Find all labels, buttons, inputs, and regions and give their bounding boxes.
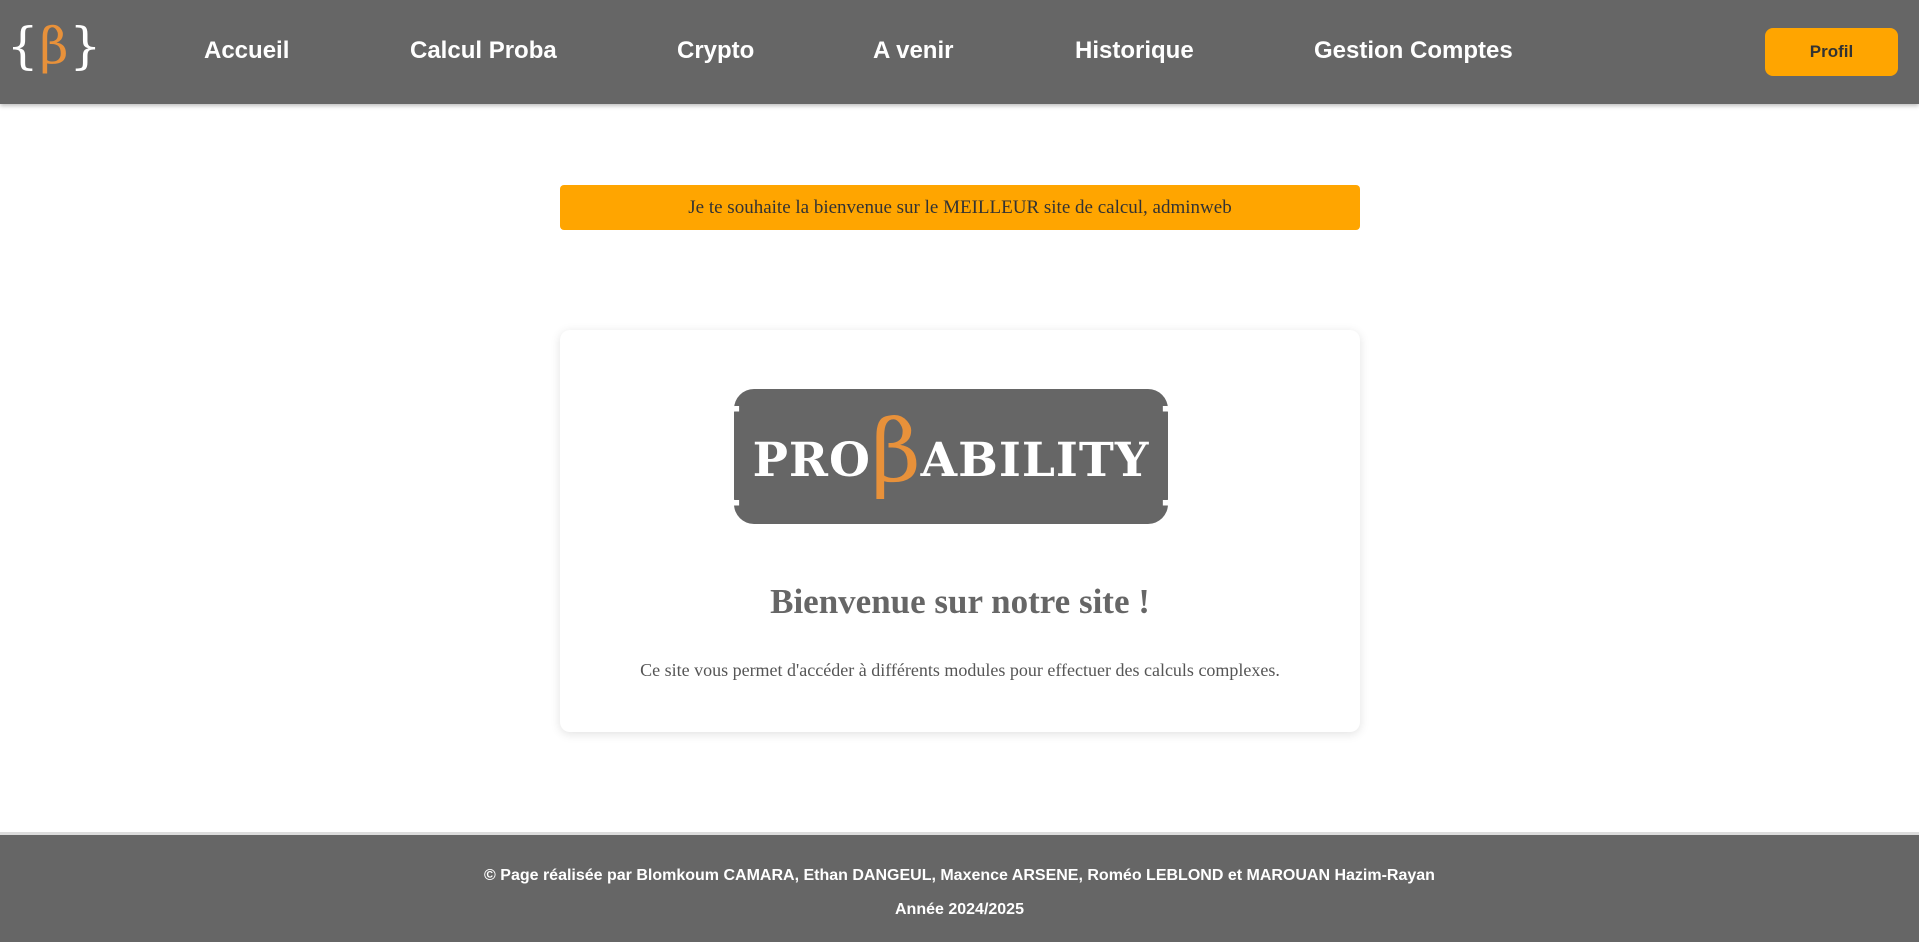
welcome-card: { PRO β ABILITY } Bienvenue sur notre si… bbox=[560, 330, 1360, 732]
logo-beta-symbol: β bbox=[39, 17, 69, 75]
site-logo[interactable]: { β } bbox=[7, 14, 102, 78]
nav-link-historique[interactable]: Historique bbox=[1075, 34, 1194, 68]
brand-logo-beta-symbol: β bbox=[870, 401, 921, 502]
footer-credits: © Page réalisée par Blomkoum CAMARA, Eth… bbox=[484, 867, 1435, 884]
welcome-description: Ce site vous permet d'accéder à différen… bbox=[640, 660, 1280, 680]
nav-link-accueil[interactable]: Accueil bbox=[204, 34, 289, 68]
brand-logo-part-pro: PRO bbox=[752, 433, 871, 488]
welcome-banner: Je te souhaite la bienvenue sur le MEILL… bbox=[560, 185, 1360, 230]
page-footer: © Page réalisée par Blomkoum CAMARA, Eth… bbox=[0, 832, 1919, 942]
logo-brace-open: { bbox=[6, 17, 39, 75]
nav-link-gestion-comptes[interactable]: Gestion Comptes bbox=[1314, 34, 1513, 68]
brand-logo-brace-close: } bbox=[1149, 388, 1219, 514]
nav-link-crypto[interactable]: Crypto bbox=[677, 34, 754, 68]
top-navbar: { β } Accueil Calcul Proba Crypto A veni… bbox=[0, 0, 1919, 104]
probability-logo: { PRO β ABILITY } bbox=[684, 389, 1218, 524]
nav-link-a-venir[interactable]: A venir bbox=[873, 34, 953, 68]
profile-button[interactable]: Profil bbox=[1765, 28, 1898, 76]
brand-logo-part-ability: ABILITY bbox=[920, 433, 1150, 488]
logo-brace-close: } bbox=[69, 17, 102, 75]
welcome-banner-text: Je te souhaite la bienvenue sur le MEILL… bbox=[688, 196, 1232, 218]
brand-logo-brace-open: { bbox=[683, 388, 753, 514]
welcome-title: Bienvenue sur notre site ! bbox=[770, 582, 1150, 621]
nav-link-calcul-proba[interactable]: Calcul Proba bbox=[410, 34, 557, 68]
footer-year: Année 2024/2025 bbox=[895, 901, 1024, 918]
